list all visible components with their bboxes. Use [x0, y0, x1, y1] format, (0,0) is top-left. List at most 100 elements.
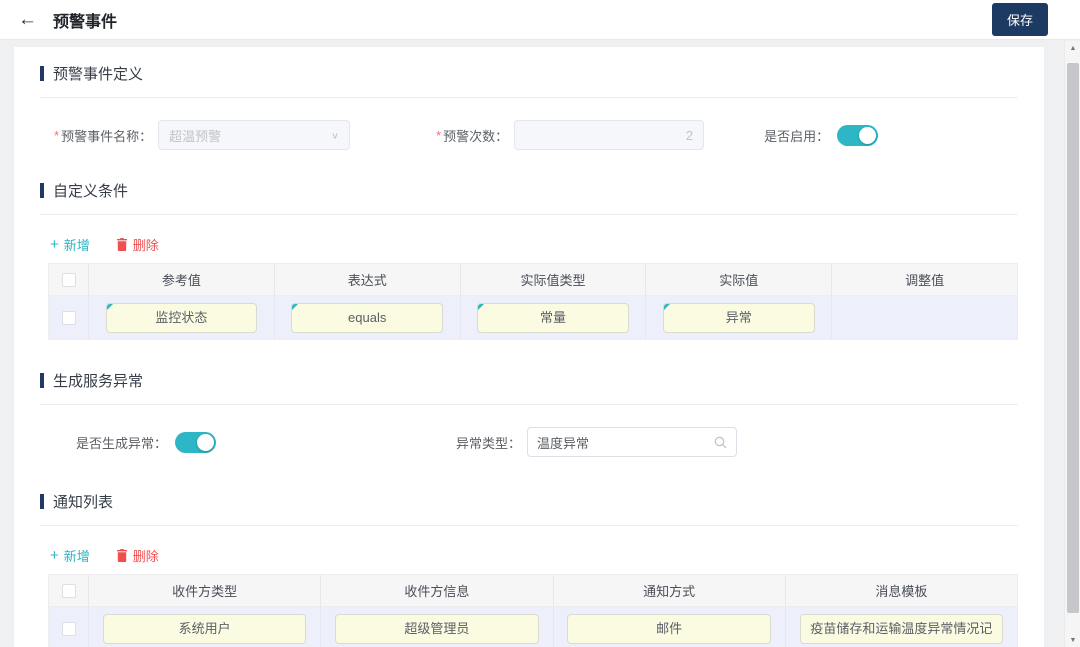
- chevron-down-icon: ∨: [331, 130, 339, 140]
- event-name-label: 预警事件名称：: [61, 126, 152, 145]
- section-notification-header: 通知列表: [40, 491, 1018, 512]
- field-event-name: * 预警事件名称： 超温预警 ∨: [54, 120, 350, 150]
- exception-type-input[interactable]: 温度异常: [527, 427, 737, 457]
- save-button[interactable]: 保存: [992, 3, 1048, 36]
- notification-toolbar: + 新增 删除: [50, 546, 1018, 565]
- section-title: 自定义条件: [53, 180, 128, 201]
- column-header: 收件方信息: [321, 575, 553, 607]
- form-card: 预警事件定义 * 预警事件名称： 超温预警 ∨ * 预警次数： 2 是否启用：: [14, 47, 1044, 647]
- section-definition-header: 预警事件定义: [40, 63, 1018, 84]
- warn-count-value: 2: [686, 128, 693, 143]
- column-header: 消息模板: [786, 575, 1017, 607]
- edited-corner-mark: [107, 304, 113, 310]
- row-checkbox[interactable]: [62, 273, 76, 287]
- section-exception-header: 生成服务异常: [40, 370, 1018, 391]
- table-cell: 异常: [646, 296, 832, 340]
- section-bar: [40, 183, 44, 198]
- field-enabled: 是否启用：: [764, 125, 878, 146]
- table-row: 系统用户超级管理员邮件疫苗储存和运输温度异常情况记录表: [49, 607, 1017, 647]
- delete-button[interactable]: 删除: [116, 546, 159, 565]
- delete-label: 删除: [133, 235, 159, 254]
- generate-exception-toggle[interactable]: [175, 432, 216, 453]
- field-exception-type: 异常类型： 温度异常: [456, 427, 737, 457]
- cell-input[interactable]: 邮件: [567, 614, 771, 644]
- column-header: 实际值: [646, 264, 832, 296]
- enabled-label: 是否启用：: [764, 126, 829, 145]
- enabled-toggle[interactable]: [837, 125, 878, 146]
- scrollbar-thumb[interactable]: [1067, 63, 1079, 613]
- plus-icon: +: [50, 237, 59, 252]
- add-button[interactable]: + 新增: [50, 235, 90, 254]
- table-cell: 监控状态: [89, 296, 275, 340]
- edited-corner-mark: [292, 304, 298, 310]
- column-header: 调整值: [832, 264, 1017, 296]
- cell-input[interactable]: 系统用户: [103, 614, 307, 644]
- field-generate-exception: 是否生成异常：: [76, 432, 216, 453]
- checkbox-cell: [49, 264, 89, 296]
- section-title: 通知列表: [53, 491, 113, 512]
- edited-corner-mark: [664, 304, 670, 310]
- table-row: 监控状态 equals 常量 异常: [49, 296, 1017, 340]
- conditions-table: 参考值表达式实际值类型实际值调整值监控状态 equals 常量 异常: [48, 263, 1018, 340]
- cell-input[interactable]: 常量: [477, 303, 629, 333]
- section-bar: [40, 66, 44, 81]
- required-mark: *: [436, 128, 441, 143]
- cell-input[interactable]: equals: [291, 303, 443, 333]
- cell-input[interactable]: 超级管理员: [335, 614, 539, 644]
- section-bar: [40, 373, 44, 388]
- column-header: 通知方式: [554, 575, 786, 607]
- add-button[interactable]: + 新增: [50, 546, 90, 565]
- row-checkbox[interactable]: [62, 622, 76, 636]
- checkbox-cell: [49, 607, 89, 647]
- field-warn-count: * 预警次数： 2: [436, 120, 704, 150]
- trash-icon: [116, 549, 128, 562]
- cell-input[interactable]: 监控状态: [106, 303, 258, 333]
- trash-icon: [116, 238, 128, 251]
- cell-input[interactable]: 疫苗储存和运输温度异常情况记录表: [800, 614, 1004, 644]
- table-cell: 邮件: [554, 607, 786, 647]
- definition-form-row: * 预警事件名称： 超温预警 ∨ * 预警次数： 2 是否启用：: [40, 120, 1018, 150]
- scroll-up-icon[interactable]: ▲: [1065, 41, 1080, 55]
- table-cell: 常量: [461, 296, 647, 340]
- required-mark: *: [54, 128, 59, 143]
- warn-count-input[interactable]: 2: [514, 120, 704, 150]
- checkbox-cell: [49, 575, 89, 607]
- table-cell: 超级管理员: [321, 607, 553, 647]
- generate-exception-label: 是否生成异常：: [76, 433, 167, 452]
- section-title: 预警事件定义: [53, 63, 143, 84]
- row-checkbox[interactable]: [62, 311, 76, 325]
- column-header: 实际值类型: [461, 264, 647, 296]
- scroll-down-icon[interactable]: ▼: [1065, 633, 1080, 647]
- exception-form-row: 是否生成异常： 异常类型： 温度异常: [40, 427, 1018, 457]
- table-cell: equals: [275, 296, 461, 340]
- warn-count-label: 预警次数：: [443, 126, 508, 145]
- column-header: 参考值: [89, 264, 275, 296]
- table-header-row: 收件方类型收件方信息通知方式消息模板: [49, 575, 1017, 607]
- checkbox-cell: [49, 296, 89, 340]
- delete-button[interactable]: 删除: [116, 235, 159, 254]
- vertical-scrollbar[interactable]: ▲ ▼: [1064, 41, 1080, 647]
- table-header-row: 参考值表达式实际值类型实际值调整值: [49, 264, 1017, 296]
- top-bar: ← 预警事件 保存: [0, 0, 1080, 40]
- row-checkbox[interactable]: [62, 584, 76, 598]
- section-conditions-header: 自定义条件: [40, 180, 1018, 201]
- divider: [40, 97, 1018, 98]
- section-title: 生成服务异常: [53, 370, 143, 391]
- page-title: 预警事件: [53, 8, 117, 32]
- event-name-select[interactable]: 超温预警 ∨: [158, 120, 350, 150]
- table-cell: 系统用户: [89, 607, 321, 647]
- divider: [40, 525, 1018, 526]
- back-icon[interactable]: ←: [18, 10, 37, 29]
- add-label: 新增: [64, 546, 90, 565]
- cell-input[interactable]: 异常: [663, 303, 815, 333]
- notification-table: 收件方类型收件方信息通知方式消息模板系统用户超级管理员邮件疫苗储存和运输温度异常…: [48, 574, 1018, 647]
- delete-label: 删除: [133, 546, 159, 565]
- table-cell: 疫苗储存和运输温度异常情况记录表: [786, 607, 1017, 647]
- section-bar: [40, 494, 44, 509]
- conditions-toolbar: + 新增 删除: [50, 235, 1018, 254]
- toggle-knob: [859, 127, 876, 144]
- event-name-value: 超温预警: [169, 126, 331, 145]
- plus-icon: +: [50, 548, 59, 563]
- exception-type-label: 异常类型：: [456, 433, 521, 452]
- exception-type-value: 温度异常: [537, 433, 714, 452]
